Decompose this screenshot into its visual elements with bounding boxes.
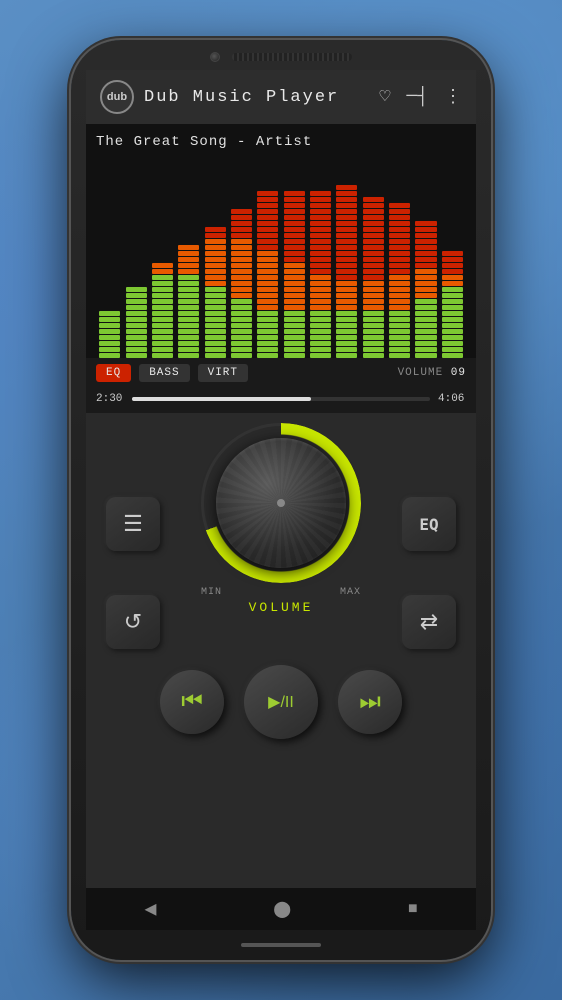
virt-button[interactable]: VIRT (198, 364, 248, 382)
song-title: The Great Song - Artist (96, 134, 466, 150)
volume-label: VOLUME 09 (398, 367, 466, 379)
progress-bar[interactable] (132, 397, 430, 401)
knob-labels: MIN MAX (201, 587, 361, 598)
phone-device: dub Dub Music Player ♡ ─┤ ⋮ The Great So… (71, 40, 491, 960)
bass-button[interactable]: BASS (139, 364, 189, 382)
player-controls: ☰ MIN MAX VOLUME EQ (86, 413, 476, 888)
next-icon: ⏭ (359, 688, 381, 716)
eq-button[interactable]: EQ (96, 364, 131, 382)
repeat-button[interactable]: ↺ (106, 595, 160, 649)
phone-top (71, 40, 491, 70)
recent-button[interactable]: ■ (388, 892, 438, 926)
max-label: MAX (340, 587, 361, 598)
shuffle-button[interactable]: ⇄ (402, 595, 456, 649)
time-current: 2:30 (96, 393, 124, 405)
app-header: dub Dub Music Player ♡ ─┤ ⋮ (86, 70, 476, 124)
eq-bar (441, 158, 464, 358)
prev-icon: ⏮ (181, 688, 203, 716)
visualizer-section: The Great Song - Artist (86, 124, 476, 358)
repeat-icon: ↺ (124, 609, 142, 635)
equalizer-icon[interactable]: ─┤ (406, 87, 428, 107)
front-camera (210, 52, 220, 62)
time-total: 4:06 (438, 393, 466, 405)
next-button[interactable]: ⏭ (338, 670, 402, 734)
play-pause-icon: ▶/II (268, 692, 294, 712)
bottom-nav: ◀ ⬤ ■ (86, 888, 476, 930)
eq-bar (388, 158, 411, 358)
knob-center (277, 499, 285, 507)
screen: dub Dub Music Player ♡ ─┤ ⋮ The Great So… (86, 70, 476, 930)
eq-panel-button[interactable]: EQ (402, 497, 456, 551)
shuffle-icon: ⇄ (420, 609, 438, 635)
home-indicator (241, 943, 321, 947)
back-button[interactable]: ◀ (124, 888, 176, 930)
eq-bar (177, 158, 200, 358)
eq-panel-icon: EQ (419, 515, 438, 534)
eq-visualizer (96, 158, 466, 358)
volume-knob-container: MIN MAX VOLUME (201, 423, 361, 615)
eq-bar (151, 158, 174, 358)
eq-bar (362, 158, 385, 358)
volume-knob-label: VOLUME (249, 600, 314, 615)
eq-controls-bar: EQ BASS VIRT VOLUME 09 (86, 358, 476, 388)
knob-ring (201, 423, 361, 583)
home-button[interactable]: ⬤ (253, 891, 311, 927)
eq-bar (309, 158, 332, 358)
eq-bar (256, 158, 279, 358)
eq-bar (335, 158, 358, 358)
progress-section: 2:30 4:06 (86, 388, 476, 413)
volume-knob[interactable] (216, 438, 346, 568)
phone-bottom (71, 930, 491, 960)
min-label: MIN (201, 587, 222, 598)
progress-fill (132, 397, 311, 401)
eq-bar (414, 158, 437, 358)
playlist-button[interactable]: ☰ (106, 497, 160, 551)
app-title: Dub Music Player (144, 88, 370, 107)
app-logo: dub (100, 80, 134, 114)
prev-button[interactable]: ⏮ (160, 670, 224, 734)
eq-bar (203, 158, 226, 358)
eq-bar (283, 158, 306, 358)
play-pause-button[interactable]: ▶/II (244, 665, 318, 739)
heart-icon[interactable]: ♡ (380, 86, 391, 108)
menu-icon[interactable]: ⋮ (444, 86, 462, 108)
controls-row-top: ☰ MIN MAX VOLUME EQ (106, 433, 456, 615)
header-icons: ♡ ─┤ ⋮ (380, 86, 462, 108)
playlist-icon: ☰ (123, 511, 143, 537)
eq-bar (98, 158, 121, 358)
playback-row: ⏮ ▶/II ⏭ (160, 665, 402, 739)
speaker-grille (232, 53, 352, 61)
eq-bar (124, 158, 147, 358)
eq-bar (230, 158, 253, 358)
